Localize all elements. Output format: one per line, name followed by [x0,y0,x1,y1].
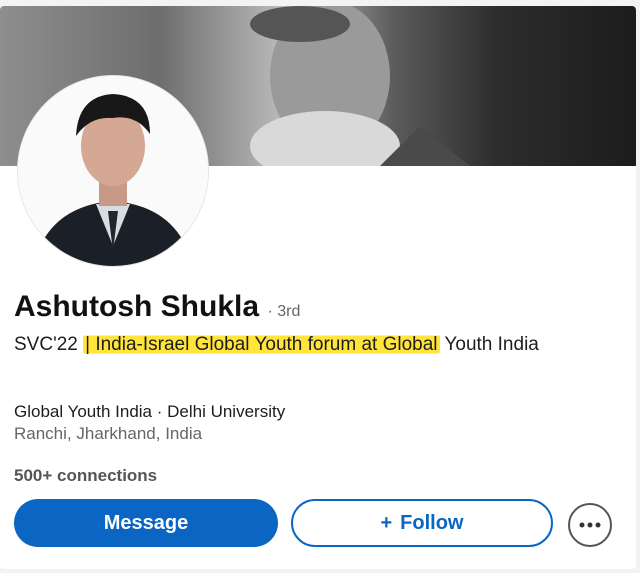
company-education[interactable]: Global Youth India · Delhi University [14,402,285,422]
follow-button[interactable]: + Follow [291,499,553,547]
name-row: Ashutosh Shukla · 3rd [14,290,300,324]
profile-name: Ashutosh Shukla [14,290,260,323]
profile-card: Ashutosh Shukla · 3rd SVC'22 | India-Isr… [0,6,636,569]
follow-label: Follow [400,511,464,534]
more-icon [579,522,601,528]
headline-highlight: | India-Israel Global Youth forum at Glo… [83,334,440,355]
profile-avatar[interactable] [18,76,208,266]
more-button[interactable] [568,503,612,547]
profile-headline: SVC'22 | India-Israel Global Youth forum… [14,332,574,357]
plus-icon: + [380,511,393,534]
connections-count[interactable]: 500+ connections [14,466,157,486]
connection-degree: · 3rd [267,303,301,320]
profile-location: Ranchi, Jharkhand, India [14,424,203,443]
headline-prefix: SVC'22 [14,334,84,355]
avatar-photo [18,76,208,266]
message-button[interactable]: Message [14,499,278,547]
headline-suffix: Youth India [439,334,539,355]
